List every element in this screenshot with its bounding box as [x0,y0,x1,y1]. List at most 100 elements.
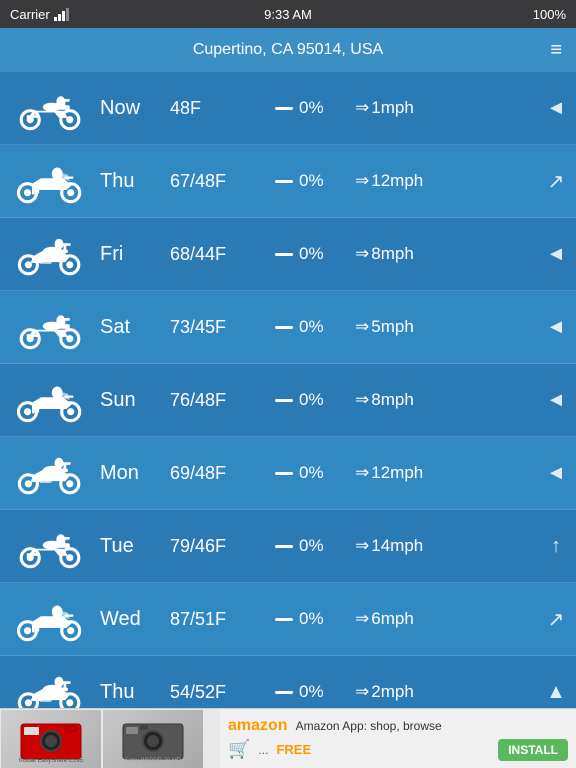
menu-button[interactable]: ≡ [550,39,562,62]
dir-symbol-fri: ◄ [546,243,566,266]
temp-label-thu1: 67/48F [170,171,275,192]
dir-symbol-tue: ↑ [551,535,561,558]
weather-row-sun[interactable]: Sun 76/48F 0% ⇒ 8mph ◄ [0,364,576,437]
wind-label-fri: ⇒ 8mph [355,244,544,264]
precip-dash-fri [275,253,293,256]
dir-symbol-thu1: ↗ [548,169,565,194]
precip-label-now: 0% [275,98,355,118]
ad-install-button[interactable]: INSTALL [498,739,568,761]
ad-content: amazon Amazon App: shop, browse 🛒 ... FR… [220,713,576,765]
wind-icon-now: ⇒ [355,98,367,118]
status-right: 100% [533,7,566,22]
dir-symbol-mon: ◄ [546,462,566,485]
wind-icon-wed: ⇒ [355,609,367,629]
ad-free-label: FREE [276,742,311,757]
precip-dash-mon [275,472,293,475]
wind-value-thu1: 12mph [371,171,423,191]
direction-arrow-thu1: ↗ [544,169,568,194]
temp-label-thu2: 54/52F [170,682,275,703]
wind-icon-thu2: ⇒ [355,682,367,702]
wind-icon-thu1: ⇒ [355,171,367,191]
day-label-now: Now [100,97,170,120]
precip-label-sat: 0% [275,317,355,337]
status-bar: Carrier 9:33 AM 100% [0,0,576,28]
wind-label-sat: ⇒ 5mph [355,317,544,337]
wind-icon-mon: ⇒ [355,463,367,483]
precip-label-wed: 0% [275,609,355,629]
temp-label-sun: 76/48F [170,390,275,411]
precip-value-sun: 0% [299,390,324,410]
ad-dots: ... [258,743,268,757]
weather-row-wed[interactable]: Wed 87/51F 0% ⇒ 6mph ↗ [0,583,576,656]
moto-icon-fri [0,230,100,278]
location-title: Cupertino, CA 95014, USA [193,41,383,59]
moto-icon-now [0,84,100,132]
temp-label-sat: 73/45F [170,317,275,338]
moto-icon-tue [0,522,100,570]
amazon-logo: amazon [228,717,288,735]
precip-dash-thu1 [275,180,293,183]
wind-label-sun: ⇒ 8mph [355,390,544,410]
direction-arrow-fri: ◄ [544,243,568,266]
wind-icon-fri: ⇒ [355,244,367,264]
precip-dash-wed [275,618,293,621]
day-label-wed: Wed [100,608,170,631]
day-label-mon: Mon [100,462,170,485]
precip-value-fri: 0% [299,244,324,264]
weather-row-now[interactable]: Now 48F 0% ⇒ 1mph ◄ [0,72,576,145]
ad-image-2: Sony W800/B 20 MP [103,710,203,768]
precip-value-wed: 0% [299,609,324,629]
ad-text: Amazon App: shop, browse [296,719,442,733]
direction-arrow-wed: ↗ [544,607,568,632]
dir-symbol-sun: ◄ [546,389,566,412]
weather-row-tue[interactable]: Tue 79/46F 0% ⇒ 14mph ↑ [0,510,576,583]
wind-label-wed: ⇒ 6mph [355,609,544,629]
precip-value-now: 0% [299,98,324,118]
dir-symbol-now: ◄ [546,97,566,120]
weather-row-mon[interactable]: Mon 69/48F 0% ⇒ 12mph ◄ [0,437,576,510]
wind-value-thu2: 2mph [371,682,414,702]
day-label-sun: Sun [100,389,170,412]
precip-label-sun: 0% [275,390,355,410]
precip-dash-sat [275,326,293,329]
precip-value-sat: 0% [299,317,324,337]
temp-label-wed: 87/51F [170,609,275,630]
status-time: 9:33 AM [264,7,312,22]
precip-label-thu1: 0% [275,171,355,191]
temp-label-tue: 79/46F [170,536,275,557]
day-label-thu1: Thu [100,170,170,193]
precip-label-fri: 0% [275,244,355,264]
day-label-fri: Fri [100,243,170,266]
precip-label-mon: 0% [275,463,355,483]
moto-icon-mon [0,449,100,497]
precip-value-mon: 0% [299,463,324,483]
precip-dash-thu2 [275,691,293,694]
wind-value-sat: 5mph [371,317,414,337]
wind-icon-sun: ⇒ [355,390,367,410]
dir-symbol-thu2: ▲ [546,681,566,704]
direction-arrow-now: ◄ [544,97,568,120]
day-label-tue: Tue [100,535,170,558]
moto-icon-thu1 [0,157,100,205]
weather-row-sat[interactable]: Sat 73/45F 0% ⇒ 5mph ◄ [0,291,576,364]
weather-list: Now 48F 0% ⇒ 1mph ◄ [0,72,576,729]
weather-row-thu1[interactable]: Thu 67/48F 0% ⇒ 12mph ↗ [0,145,576,218]
wind-value-now: 1mph [371,98,414,118]
precip-value-thu2: 0% [299,682,324,702]
cart-icon: 🛒 [228,739,250,760]
wind-value-tue: 14mph [371,536,423,556]
status-left: Carrier [10,7,72,22]
battery-label: 100% [533,7,566,22]
temp-label-fri: 68/44F [170,244,275,265]
moto-icon-sun [0,376,100,424]
ad-image-1: Kodak EasyShare C195 [1,710,101,768]
temp-label-mon: 69/48F [170,463,275,484]
app-header: Cupertino, CA 95014, USA ≡ [0,28,576,72]
wind-icon-sat: ⇒ [355,317,367,337]
weather-row-fri[interactable]: Fri 68/44F 0% ⇒ 8mph ◄ [0,218,576,291]
wind-value-mon: 12mph [371,463,423,483]
wind-label-thu1: ⇒ 12mph [355,171,544,191]
precip-value-thu1: 0% [299,171,324,191]
wind-label-thu2: ⇒ 2mph [355,682,544,702]
ad-banner[interactable]: Kodak EasyShare C195 Sony W800/B 20 MP a… [0,708,576,768]
